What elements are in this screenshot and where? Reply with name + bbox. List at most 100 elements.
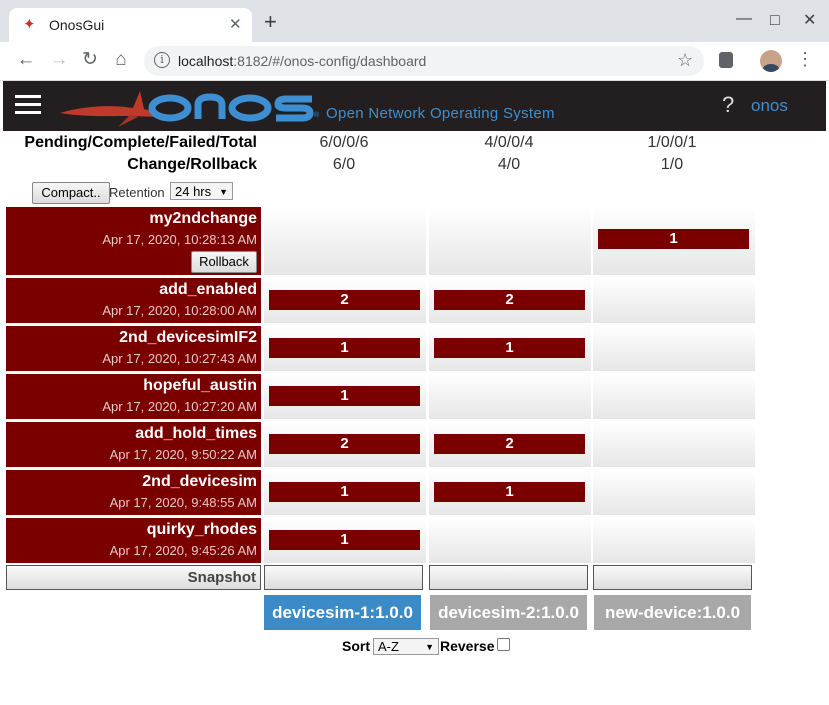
- home-icon[interactable]: ⌂: [110, 49, 132, 71]
- retention-select[interactable]: 24 hrs ▼: [170, 182, 233, 200]
- change-cell-device-1: 1: [264, 326, 426, 371]
- user-name[interactable]: onos: [751, 96, 788, 116]
- change-cell-device-3: [593, 326, 755, 371]
- reverse-checkbox[interactable]: [497, 638, 510, 651]
- change-cell-device-2: [429, 207, 591, 275]
- snapshot-cell-device-3[interactable]: [593, 565, 752, 590]
- maximize-icon[interactable]: □: [770, 12, 780, 30]
- change-cell-device-2: 2: [429, 278, 591, 323]
- svg-text:®: ®: [314, 111, 320, 119]
- change-row-label[interactable]: quirky_rhodes Apr 17, 2020, 9:45:26 AM: [6, 518, 261, 563]
- retention-label: Retention: [109, 185, 165, 200]
- change-name: add_enabled: [159, 281, 257, 298]
- change-name: 2nd_devicesim: [142, 473, 257, 490]
- tab-title: OnosGui: [49, 17, 105, 33]
- change-cell-device-3: [593, 278, 755, 323]
- change-cell-device-2: [429, 518, 591, 563]
- hamburger-menu-icon[interactable]: [15, 95, 41, 115]
- change-time: Apr 17, 2020, 10:27:20 AM: [102, 399, 257, 414]
- change-cell-device-1: 2: [264, 422, 426, 467]
- change-count-badge[interactable]: 2: [434, 434, 585, 454]
- bookmark-star-icon[interactable]: ☆: [677, 50, 693, 71]
- snapshot-cell-device-2[interactable]: [429, 565, 588, 590]
- change-cell-device-1: 2: [264, 278, 426, 323]
- onos-subtitle: Open Network Operating System: [326, 105, 555, 122]
- onos-masthead: ® Open Network Operating System ? onos: [3, 81, 826, 131]
- forward-icon[interactable]: →: [48, 49, 70, 71]
- minimize-icon[interactable]: —: [736, 10, 752, 28]
- browser-titlebar: ✦ OnosGui ✕ + — □ ✕: [0, 0, 829, 42]
- change-cell-device-2: 1: [429, 326, 591, 371]
- change-row-label[interactable]: 2nd_devicesim Apr 17, 2020, 9:48:55 AM: [6, 470, 261, 515]
- change-cell-device-2: 2: [429, 422, 591, 467]
- change-cell-device-3: 1: [593, 207, 755, 275]
- browser-tab[interactable]: ✦ OnosGui ✕: [9, 8, 252, 42]
- close-tab-icon[interactable]: ✕: [229, 15, 242, 33]
- sort-label: Sort: [342, 638, 370, 654]
- dropdown-arrow-icon: ▼: [425, 642, 434, 652]
- summary-change-rollback-device-1: 6/0: [332, 156, 356, 173]
- address-bar[interactable]: i localhost:8182/#/onos-config/dashboard…: [144, 46, 704, 76]
- url-path: :8182/#/onos-config/dashboard: [233, 53, 427, 69]
- snapshot-label: Snapshot: [6, 565, 261, 590]
- info-icon[interactable]: i: [154, 52, 170, 68]
- change-row-label[interactable]: add_enabled Apr 17, 2020, 10:28:00 AM: [6, 278, 261, 323]
- change-count-badge[interactable]: 1: [269, 338, 420, 358]
- change-name: quirky_rhodes: [146, 521, 257, 538]
- change-cell-device-2: [429, 374, 591, 419]
- device-button-3[interactable]: new-device:1.0.0: [594, 595, 751, 630]
- change-count-badge[interactable]: 1: [269, 482, 420, 502]
- retention-value: 24 hrs: [175, 184, 212, 199]
- change-row-label[interactable]: 2nd_devicesimIF2 Apr 17, 2020, 10:27:43 A…: [6, 326, 261, 371]
- browser-menu-icon[interactable]: ⋮: [796, 49, 814, 70]
- close-window-icon[interactable]: ✕: [803, 10, 816, 30]
- summary-counts-device-3: 1/0/0/1: [647, 134, 697, 151]
- change-name: my2ndchange: [149, 210, 257, 227]
- url-host: localhost: [178, 53, 234, 69]
- change-row-label[interactable]: hopeful_austin Apr 17, 2020, 10:27:20 AM: [6, 374, 261, 419]
- change-row-label[interactable]: add_hold_times Apr 17, 2020, 9:50:22 AM: [6, 422, 261, 467]
- change-cell-device-1: 1: [264, 518, 426, 563]
- help-icon[interactable]: ?: [722, 92, 734, 118]
- dropdown-arrow-icon: ▼: [219, 187, 228, 197]
- change-row-label[interactable]: my2ndchange Apr 17, 2020, 10:28:13 AM Roll…: [6, 207, 261, 275]
- change-count-badge[interactable]: 2: [269, 290, 420, 310]
- device-button-2[interactable]: devicesim-2:1.0.0: [430, 595, 587, 630]
- summary-header-counts: Pending/Complete/Failed/Total: [24, 134, 257, 151]
- device-button-1[interactable]: devicesim-1:1.0.0: [264, 595, 421, 630]
- change-count-badge[interactable]: 1: [269, 530, 420, 550]
- summary-change-rollback-device-3: 1/0: [660, 156, 684, 173]
- change-cell-device-1: 1: [264, 374, 426, 419]
- change-time: Apr 17, 2020, 9:48:55 AM: [109, 495, 257, 510]
- change-cell-device-3: [593, 518, 755, 563]
- reverse-label: Reverse: [440, 638, 495, 654]
- summary-change-rollback-device-2: 4/0: [497, 156, 521, 173]
- change-time: Apr 17, 2020, 10:28:13 AM: [102, 232, 257, 247]
- change-count-badge[interactable]: 1: [269, 386, 420, 406]
- change-count-badge[interactable]: 2: [434, 290, 585, 310]
- back-icon[interactable]: ←: [15, 49, 37, 71]
- summary-counts-device-2: 4/0/0/4: [484, 134, 534, 151]
- snapshot-cell-device-1[interactable]: [264, 565, 423, 590]
- onos-logo: ®: [60, 91, 320, 127]
- change-cell-device-3: [593, 374, 755, 419]
- extension-icon[interactable]: [719, 52, 733, 68]
- sort-select[interactable]: A-Z ▼: [373, 638, 439, 655]
- change-count-badge[interactable]: 1: [434, 338, 585, 358]
- sort-value: A-Z: [378, 639, 399, 654]
- change-name: hopeful_austin: [143, 377, 257, 394]
- compact-button[interactable]: Compact..: [32, 182, 110, 204]
- change-count-badge[interactable]: 2: [269, 434, 420, 454]
- change-count-badge[interactable]: 1: [434, 482, 585, 502]
- reload-icon[interactable]: ↻: [79, 49, 101, 71]
- browser-toolbar: ← → ↻ ⌂ i localhost:8182/#/onos-config/d…: [0, 42, 829, 81]
- summary-header-change-rollback: Change/Rollback: [127, 156, 257, 173]
- onos-bird-favicon-icon: ✦: [23, 16, 36, 33]
- change-time: Apr 17, 2020, 10:28:00 AM: [102, 303, 257, 318]
- summary-counts-device-1: 6/0/0/6: [319, 134, 369, 151]
- change-count-badge[interactable]: 1: [598, 229, 749, 249]
- rollback-button[interactable]: Rollback: [191, 251, 257, 273]
- new-tab-icon[interactable]: +: [264, 11, 277, 33]
- profile-avatar[interactable]: [760, 50, 782, 72]
- change-cell-device-3: [593, 422, 755, 467]
